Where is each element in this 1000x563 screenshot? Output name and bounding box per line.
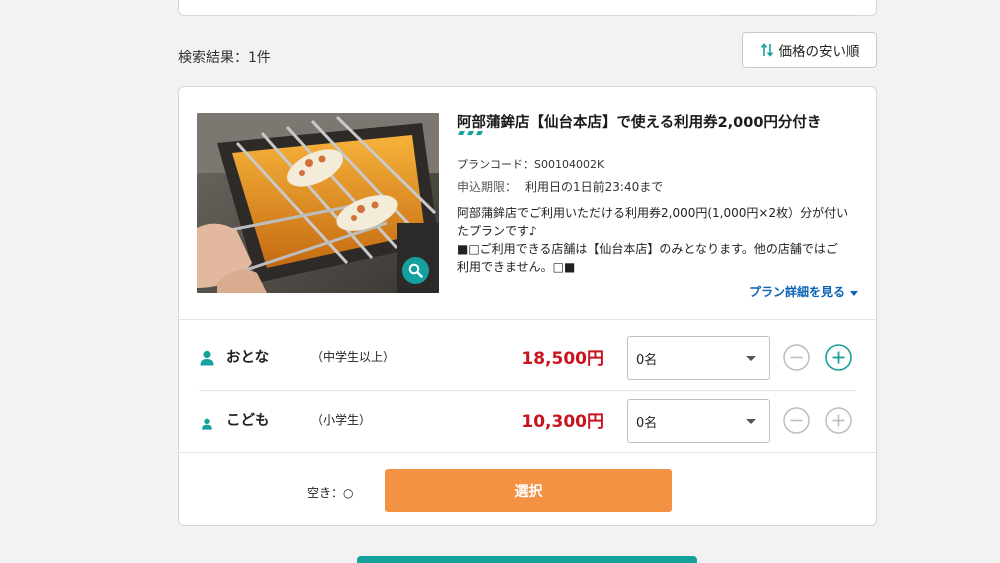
quantity-value: 0名 xyxy=(636,352,658,368)
search-results-count: 検索結果：1件 xyxy=(178,50,271,66)
ticket-age-range: （小学生） xyxy=(311,413,372,427)
application-deadline: 申込期限： 利用日の1日前23:40まで xyxy=(457,178,663,195)
person-icon xyxy=(199,350,215,370)
quantity-select[interactable]: 0名 xyxy=(627,399,770,443)
dropdown-caret-icon xyxy=(746,356,756,361)
quantity-value: 0名 xyxy=(636,415,658,431)
section-divider xyxy=(179,319,876,320)
ticket-row-child: こども （小学生） 10,300円 0名 xyxy=(179,391,876,451)
plan-title: 阿部蒲鉾店【仙台本店】で使える利用券2,000円分付き xyxy=(457,115,822,131)
deadline-value: 利用日の1日前23:40まで xyxy=(525,180,664,194)
select-button[interactable]: 選択 xyxy=(385,469,672,512)
caret-down-icon xyxy=(850,285,858,299)
plan-details-link[interactable]: プラン詳細を見る xyxy=(749,283,858,300)
zoom-icon[interactable] xyxy=(402,257,429,284)
ticket-price: 10,300円 xyxy=(521,412,604,432)
sort-icon xyxy=(760,42,774,58)
increase-button[interactable] xyxy=(825,344,852,371)
plan-description: 阿部蒲鉾店でご利用いただける利用券2,000円(1,000円×2枚）分が付い た… xyxy=(457,204,861,276)
plan-code: プランコード：S00104002K xyxy=(457,158,605,171)
availability-status: 空き：○ xyxy=(307,486,354,500)
quantity-select[interactable]: 0名 xyxy=(627,336,770,380)
description-line: たプランです♪ xyxy=(457,224,537,238)
description-line: 利用できません。□■ xyxy=(457,260,576,274)
description-line: 阿部蒲鉾店でご利用いただける利用券2,000円(1,000円×2枚）分が付い xyxy=(457,206,849,220)
ticket-row-adult: おとな （中学生以上） 18,500円 0名 xyxy=(179,328,876,388)
section-divider xyxy=(179,452,876,453)
title-accent xyxy=(458,131,483,135)
increase-button[interactable] xyxy=(825,407,852,434)
sort-label: 価格の安い順 xyxy=(778,44,860,60)
previous-card xyxy=(178,0,877,16)
deadline-label: 申込期限： xyxy=(457,180,518,194)
bottom-action-bar[interactable] xyxy=(357,556,697,563)
plan-photo[interactable] xyxy=(197,113,439,293)
ticket-label: おとな xyxy=(226,350,270,366)
ticket-label: こども xyxy=(226,413,270,429)
decrease-button[interactable] xyxy=(783,344,810,371)
plan-details-label: プラン詳細を見る xyxy=(748,285,845,299)
person-icon xyxy=(201,415,213,434)
sort-button[interactable]: 価格の安い順 xyxy=(742,32,877,68)
ticket-price: 18,500円 xyxy=(521,349,604,369)
dropdown-caret-icon xyxy=(746,419,756,424)
decrease-button[interactable] xyxy=(783,407,810,434)
description-line: ■□ご利用できる店舗は【仙台本店】のみとなります。他の店舗ではご xyxy=(457,242,838,256)
ticket-age-range: （中学生以上） xyxy=(311,350,396,364)
previous-card-field xyxy=(720,15,856,16)
plan-card: 阿部蒲鉾店【仙台本店】で使える利用券2,000円分付き プランコード：S0010… xyxy=(178,86,877,526)
